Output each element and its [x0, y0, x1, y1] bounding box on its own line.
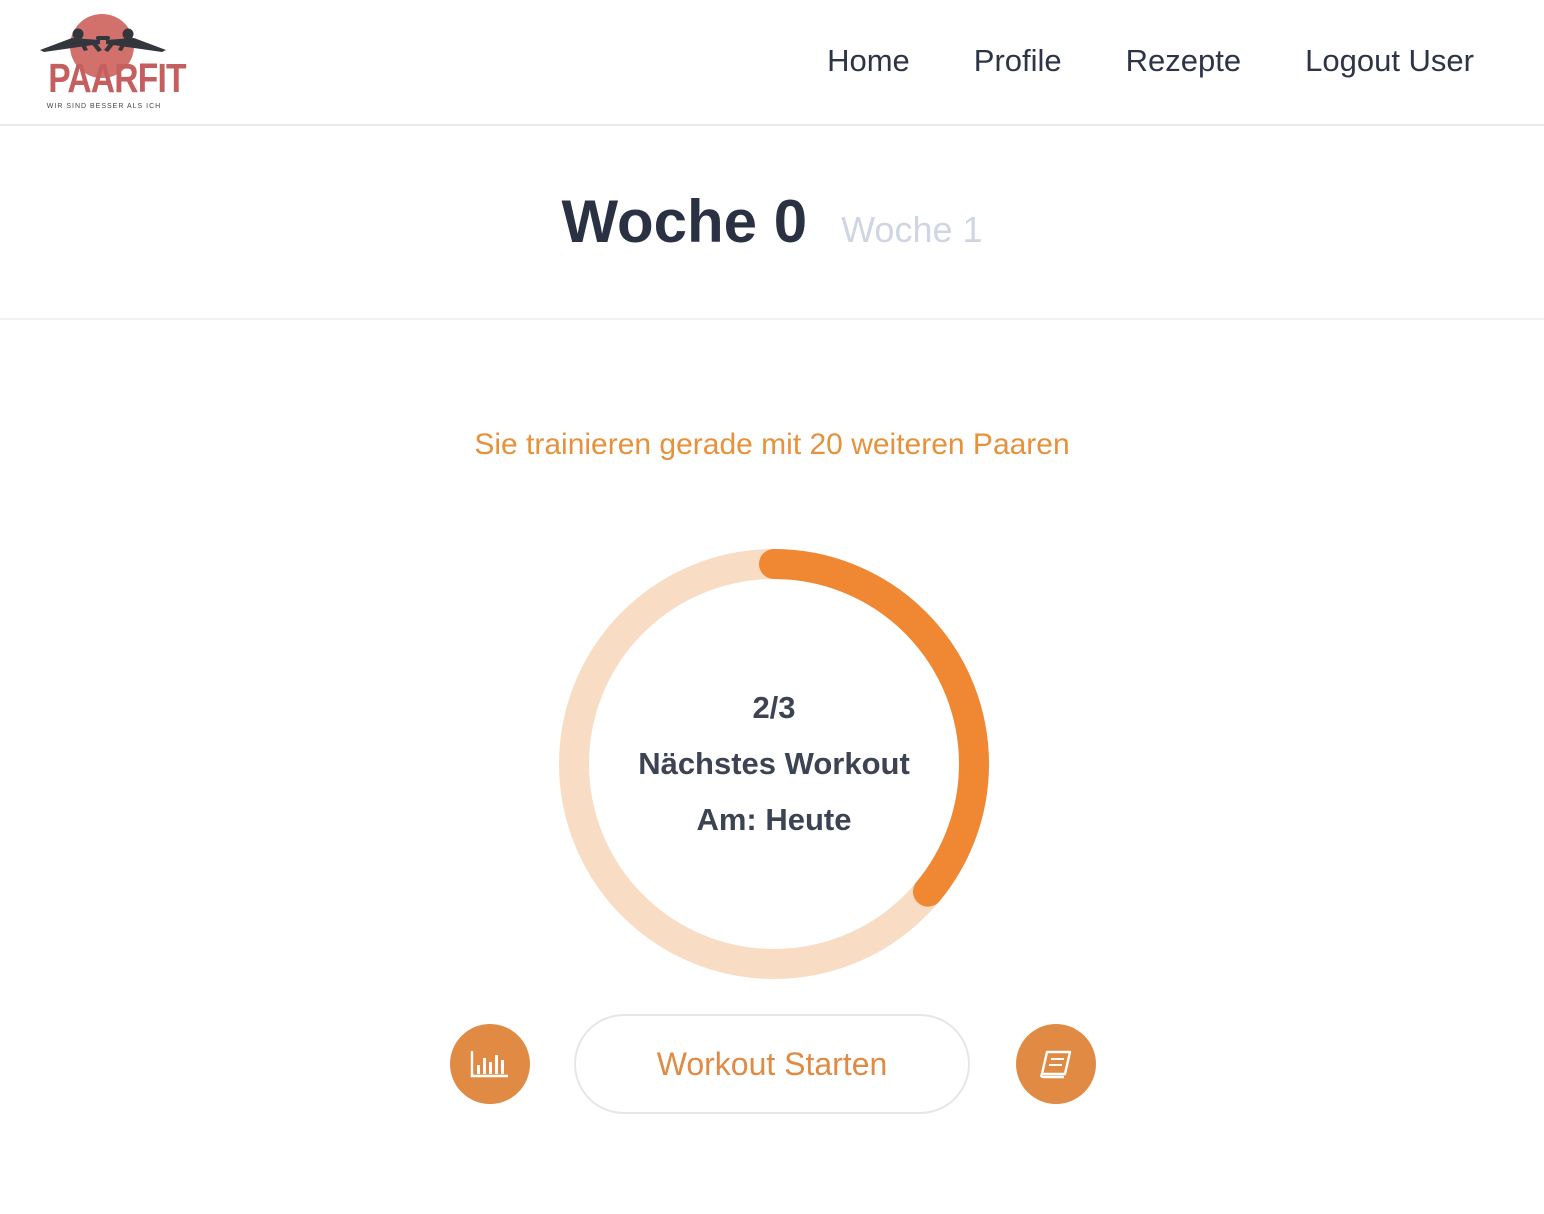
week-row: Woche 0 Woche 1 — [0, 186, 1544, 258]
stats-button[interactable] — [450, 1024, 530, 1104]
nav-rezepte[interactable]: Rezepte — [1126, 40, 1241, 82]
nav-home[interactable]: Home — [827, 40, 910, 82]
action-bar: Workout Starten — [0, 1014, 1544, 1114]
progress-ring: 2/3 Nächstes Workout Am: Heute — [558, 548, 990, 980]
logo-wordmark: PAARFIT — [48, 55, 186, 101]
book-button[interactable] — [1016, 1024, 1096, 1104]
paarfit-logo[interactable]: PAARFIT WIR SIND BESSER ALS ICH — [36, 10, 187, 114]
training-partners-note: Sie trainieren gerade mit 20 weiteren Pa… — [474, 428, 1070, 461]
main-nav: Home Profile Rezepte Logout User — [827, 40, 1474, 82]
progress-ring-content: 2/3 Nächstes Workout Am: Heute — [558, 548, 990, 980]
week-current-tab[interactable]: Woche 0 — [561, 186, 807, 258]
week-selector: Woche 0 Woche 1 — [0, 126, 1544, 320]
nav-logout[interactable]: Logout User — [1305, 40, 1474, 82]
start-workout-button[interactable]: Workout Starten — [574, 1014, 970, 1114]
week-next-tab[interactable]: Woche 1 — [841, 206, 982, 254]
book-icon — [1040, 1050, 1072, 1079]
top-navbar: PAARFIT WIR SIND BESSER ALS ICH Home Pro… — [0, 0, 1544, 126]
bar-chart-icon — [470, 1051, 508, 1078]
next-workout-label: Nächstes Workout — [638, 746, 910, 781]
logo-tagline: WIR SIND BESSER ALS ICH — [46, 103, 162, 110]
nav-profile[interactable]: Profile — [974, 40, 1062, 82]
workout-count: 2/3 — [752, 690, 796, 725]
next-workout-date: Am: Heute — [696, 802, 852, 837]
